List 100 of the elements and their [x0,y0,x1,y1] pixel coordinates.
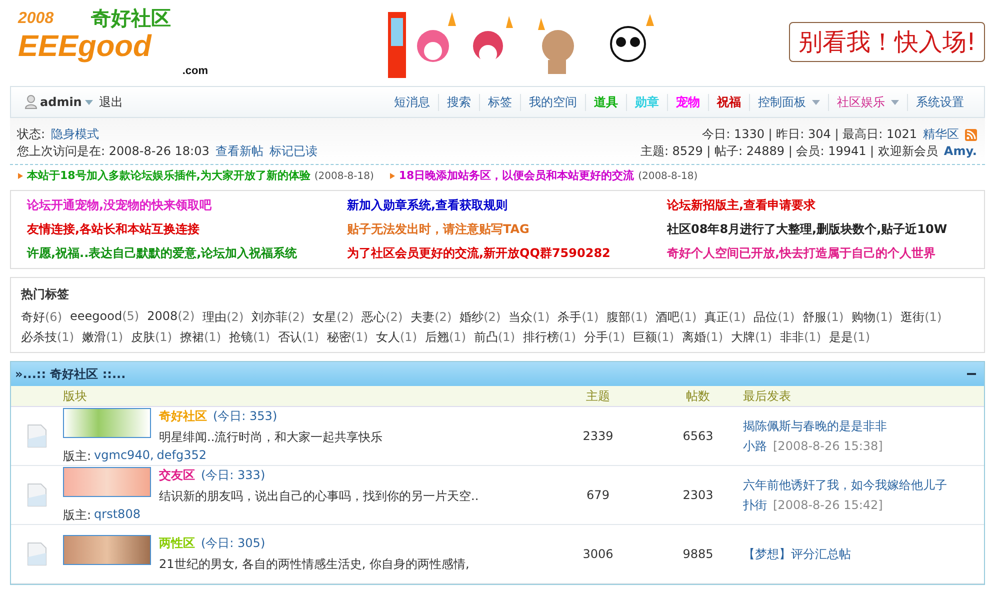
posts-count: 2303 [682,488,714,502]
new-member-link[interactable]: Amy. [944,143,977,160]
popular-keyword[interactable]: 秘密(1) [327,329,368,346]
popular-keyword[interactable]: 品位(1) [754,309,795,326]
popular-keyword[interactable]: 嫩滑(1) [82,329,123,346]
popular-keyword[interactable]: 分手(1) [584,329,625,346]
site-logo[interactable]: 2008 奇好社区 EEEgood .com [18,7,208,77]
topics-count: 3006 [582,547,614,561]
popular-keyword[interactable]: 2008(2) [147,309,195,326]
nav-link[interactable]: 搜索 [438,94,479,110]
image-placeholder[interactable] [63,466,151,496]
bullet-icon [390,173,395,179]
announcement-link[interactable]: 新加入勋章系统,查看获取规则 [347,197,667,214]
nav-link[interactable]: 短消息 [386,94,438,110]
popular-keyword[interactable]: 非非(1) [780,329,821,346]
moderator-label: 版主: [63,506,92,524]
news-ticker-item[interactable]: 本站于18号加入多款论坛娱乐插件,为大家开放了新的体验 (2008-8-18) [18,168,374,183]
popular-keyword[interactable]: 真正(1) [704,309,746,326]
popular-keyword[interactable]: 皮肤(1) [131,329,172,346]
document-icon [26,424,48,448]
image-placeholder[interactable] [63,408,151,438]
document-icon [26,483,48,507]
moderator-link[interactable]: defg352 [156,448,207,464]
status-label: 状态: [17,126,46,143]
status-link[interactable]: 查看新帖 [215,143,264,160]
popular-keyword[interactable]: 当众(1) [508,309,550,326]
popular-keyword[interactable]: 奇好(6) [21,309,62,326]
today-count: (今日: 333) [201,466,266,484]
popular-keyword[interactable]: 夫妻(2) [410,309,452,326]
news-ticker-item[interactable]: 18日晚添加站务区，以便会员和本站更好的交流 (2008-8-18) [390,168,698,183]
nav-link[interactable]: 我的空间 [520,94,585,110]
popular-keyword[interactable]: eeegood(5) [70,309,140,326]
popular-keyword[interactable]: 是是(1) [829,329,870,346]
popular-keyword[interactable]: 杀手(1) [558,309,599,326]
popular-keyword[interactable]: 否认(1) [278,329,319,346]
caret-icon[interactable] [84,100,93,104]
status-link[interactable]: 标记已读 [269,143,318,160]
announcement-link[interactable]: 友情连接,各站长和本站互换连接 [27,221,347,238]
popular-keyword[interactable]: 女星(2) [312,309,354,326]
popular-keyword[interactable]: 大牌(1) [731,329,772,346]
popular-keyword[interactable]: 腹部(1) [606,309,648,326]
popular-keyword[interactable]: 前凸(1) [474,329,515,346]
popular-keyword[interactable]: 刘亦菲(2) [252,309,305,326]
announcement-link[interactable]: 论坛新招版主,查看申请要求 [667,197,968,214]
bullet-icon [18,173,23,179]
popular-keyword[interactable]: 女人(1) [376,329,417,346]
moderator-link[interactable]: qrst808 [94,506,140,524]
document-icon [26,542,48,566]
popular-keyword[interactable]: 离婚(1) [682,329,723,346]
column-header: 版块 [63,388,88,404]
author-link[interactable]: 小路 [743,438,767,454]
popular-keyword[interactable]: 抢镜(1) [229,329,270,346]
nav-link[interactable]: 祝福 [708,94,749,110]
moderator-link[interactable]: vgmc940, [94,448,154,464]
daily-stats-text: 今日: 1330 | 昨日: 304 | 最高日: 1021 [702,126,917,143]
popular-keyword[interactable]: 排行榜(1) [523,329,576,346]
last-post-link[interactable]: 【梦想】评分汇总帖 [743,546,984,562]
popular-keyword[interactable]: 舒服(1) [802,309,844,326]
announcement-link[interactable]: 社区08年8月进行了大整理,删版块数个,贴子近10W [667,221,968,238]
popular-keyword[interactable]: 后翘(1) [425,329,466,346]
image-placeholder[interactable] [63,535,151,565]
popular-keyword[interactable]: 恶心(2) [362,309,403,326]
forum-name-link[interactable]: 交友区 [159,466,195,484]
popular-keyword[interactable]: 酒吧(1) [656,309,697,326]
announcement-link[interactable]: 许愿,祝福..表达自己默默的爱意,论坛加入祝福系统 [27,245,347,262]
announcement-link[interactable]: 奇好个人空间已开放,快去打造属于自己的个人世界 [667,245,968,262]
caret-icon[interactable] [812,100,820,104]
collapse-icon[interactable] [967,372,976,376]
status-mode-link[interactable]: 隐身模式 [51,126,100,143]
popular-keyword[interactable]: 婚纱(2) [460,309,501,326]
forum-description: 结识新的朋友吗，说出自己的心事吗，找到你的另一片天空.. [159,488,479,504]
popular-keyword[interactable]: 巨额(1) [633,329,674,346]
today-count: (今日: 353) [213,408,278,424]
column-header: 最后发表 [743,388,792,404]
nav-link[interactable]: 系统设置 [907,94,972,110]
popular-keyword[interactable]: 撩裙(1) [180,329,221,346]
column-header: 帖数 [685,388,711,404]
nav-link[interactable]: 控制面板 [749,94,828,110]
username-link[interactable]: admin [40,95,82,109]
banner-ad[interactable]: 别看我！快入场! [789,22,985,62]
nav-link[interactable]: 社区娱乐 [828,94,907,110]
author-link[interactable]: 扑街 [743,496,767,514]
totals-text: 主题: 8529 | 帖子: 24889 | 会员: 19941 | 欢迎新会员 [640,143,938,160]
last-post-link[interactable]: 六年前他诱奸了我，如今我嫁给他儿子 [743,476,984,494]
caret-icon[interactable] [891,100,899,104]
topics-count: 679 [586,488,610,502]
popular-keyword[interactable]: 购物(1) [852,309,893,326]
popular-keyword[interactable]: 必杀技(1) [21,329,74,346]
announcement-link[interactable]: 为了社区会员更好的交流,新开放QQ群7590282 [347,245,667,262]
popular-keyword[interactable]: 逛街(1) [900,309,942,326]
last-post-link[interactable]: 揭陈佩斯与春晚的是是非非 [743,418,984,434]
rss-icon[interactable] [965,128,977,140]
posts-count: 6563 [682,429,714,443]
forum-description: 21世纪的男女, 各自的两性情感生活史, 你自身的两性感情, [159,556,470,573]
nav-link[interactable]: 标签 [479,94,520,110]
forum-title[interactable]: »...:: 奇好社区 ::... [15,366,126,382]
digest-link[interactable]: 精华区 [923,126,959,143]
logout-link[interactable]: 退出 [98,94,123,110]
announcement-link[interactable]: 论坛开通宠物,没宠物的快来领取吧 [27,197,347,214]
popular-keyword[interactable]: 理由(2) [202,309,244,326]
